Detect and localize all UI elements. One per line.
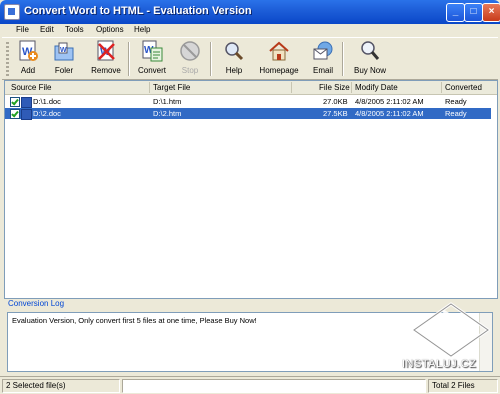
- file-size: 27.0KB: [323, 97, 348, 106]
- menu-bar: File Edit Tools Options Help: [0, 24, 500, 37]
- toolbar-separator: [210, 42, 212, 76]
- watermark-logo-icon: [411, 302, 491, 358]
- help-magnifier-icon: [223, 40, 245, 62]
- home-icon: [268, 40, 290, 62]
- stop-button[interactable]: Stop: [170, 40, 210, 78]
- conversion-log-text: Evaluation Version, Only convert first 5…: [12, 316, 257, 325]
- buy-magnifier-icon: [359, 40, 381, 62]
- status-total-panel: Total 2 Files: [428, 379, 498, 393]
- file-list[interactable]: Source File Target File File Size Modify…: [4, 80, 498, 299]
- close-button[interactable]: ×: [482, 3, 500, 22]
- column-divider[interactable]: [149, 82, 150, 93]
- status-selected-panel: 2 Selected file(s): [2, 379, 120, 393]
- folder-label: Foler: [54, 66, 74, 75]
- help-label: Help: [225, 66, 243, 75]
- progress-panel: [122, 379, 426, 393]
- converted-status: Ready: [445, 97, 467, 106]
- menu-help[interactable]: Help: [134, 25, 150, 34]
- email-label: Email: [312, 66, 333, 75]
- column-modify-date[interactable]: Modify Date: [355, 83, 398, 92]
- target-file: D:\2.htm: [153, 109, 182, 118]
- column-source-file[interactable]: Source File: [11, 83, 51, 92]
- status-total: Total 2 Files: [432, 381, 475, 390]
- modify-date: 4/8/2005 2:11:02 AM: [355, 97, 424, 106]
- conversion-log-title: Conversion Log: [8, 299, 65, 308]
- folder-icon: W: [53, 40, 75, 62]
- menu-edit[interactable]: Edit: [40, 25, 54, 34]
- help-button[interactable]: Help: [214, 40, 254, 78]
- add-icon: W: [17, 40, 39, 62]
- column-converted[interactable]: Converted: [445, 83, 482, 92]
- maximize-button[interactable]: □: [464, 3, 483, 22]
- toolbar: W Add W Foler W Remove W Convert Stop He…: [2, 37, 498, 80]
- watermark: INSTALUJ.CZ: [402, 300, 494, 372]
- folder-button[interactable]: W Foler: [44, 40, 84, 78]
- stop-icon: [179, 40, 201, 62]
- row-checkbox[interactable]: [10, 97, 20, 107]
- watermark-text: INSTALUJ.CZ: [402, 358, 477, 370]
- column-file-size[interactable]: File Size: [319, 83, 350, 92]
- buy-now-label: Buy Now: [353, 66, 386, 75]
- modify-date: 4/8/2005 2:11:02 AM: [355, 109, 424, 118]
- add-button[interactable]: W Add: [8, 40, 48, 78]
- convert-label: Convert: [137, 66, 166, 75]
- converted-status: Ready: [445, 109, 467, 118]
- convert-button[interactable]: W Convert: [132, 40, 172, 78]
- file-size: 27.5KB: [323, 109, 348, 118]
- word-doc-icon: [21, 109, 32, 120]
- window-title: Convert Word to HTML - Evaluation Versio…: [24, 5, 252, 17]
- menu-tools[interactable]: Tools: [65, 25, 84, 34]
- target-file: D:\1.htm: [153, 97, 182, 106]
- column-target-file[interactable]: Target File: [153, 83, 190, 92]
- buy-now-button[interactable]: Buy Now: [350, 40, 390, 78]
- toolbar-separator: [342, 42, 344, 76]
- add-label: Add: [20, 66, 36, 75]
- remove-icon: W: [95, 40, 117, 62]
- word-doc-icon: [21, 97, 32, 108]
- column-divider[interactable]: [441, 82, 442, 93]
- source-file: D:\2.doc: [33, 109, 61, 118]
- homepage-button[interactable]: Homepage: [259, 40, 299, 78]
- minimize-button[interactable]: _: [446, 3, 465, 22]
- title-bar: Convert Word to HTML - Evaluation Versio…: [0, 0, 500, 24]
- file-list-header: Source File Target File File Size Modify…: [5, 81, 497, 95]
- app-icon[interactable]: [4, 4, 20, 20]
- source-file: D:\1.doc: [33, 97, 61, 106]
- status-selected: 2 Selected file(s): [6, 381, 66, 390]
- remove-button[interactable]: W Remove: [86, 40, 126, 78]
- table-row[interactable]: D:\2.doc D:\2.htm 27.5KB 4/8/2005 2:11:0…: [5, 108, 491, 120]
- table-row[interactable]: D:\1.doc D:\1.htm 27.0KB 4/8/2005 2:11:0…: [5, 96, 491, 108]
- column-divider[interactable]: [351, 82, 352, 93]
- remove-label: Remove: [91, 66, 121, 75]
- homepage-label: Homepage: [259, 66, 299, 75]
- column-divider[interactable]: [291, 82, 292, 93]
- menu-options[interactable]: Options: [96, 25, 124, 34]
- svg-text:W: W: [60, 47, 67, 54]
- convert-icon: W: [141, 40, 163, 62]
- stop-label: Stop: [181, 66, 199, 75]
- row-checkbox[interactable]: [10, 109, 20, 119]
- menu-file[interactable]: File: [16, 25, 29, 34]
- email-button[interactable]: Email: [303, 40, 343, 78]
- email-icon: [312, 40, 334, 62]
- status-bar: 2 Selected file(s) Total 2 Files: [0, 376, 500, 394]
- toolbar-separator: [128, 42, 130, 76]
